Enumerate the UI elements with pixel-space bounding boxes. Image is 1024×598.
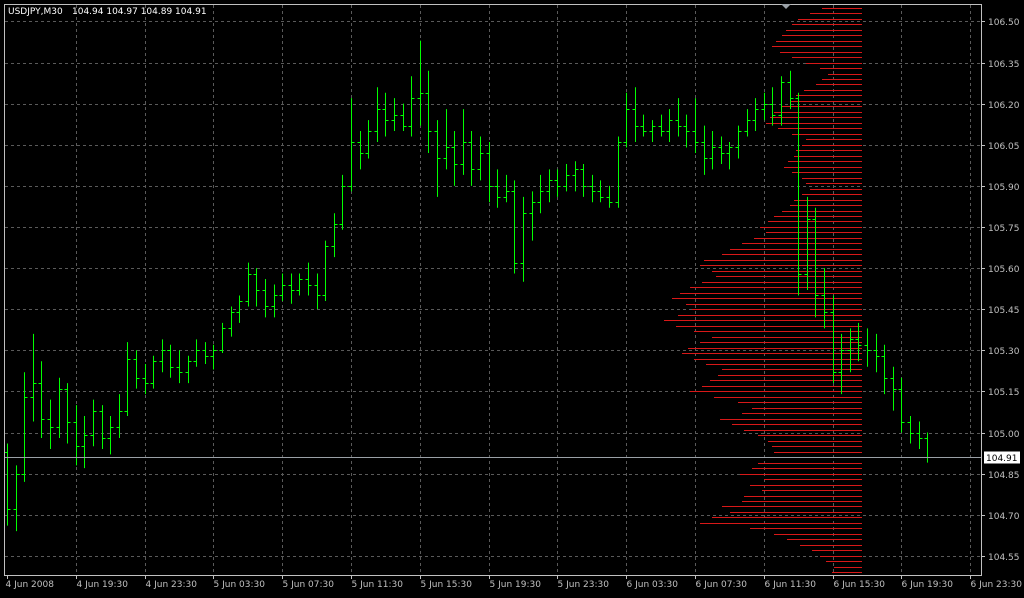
time-tick-label: 5 Jun 11:30	[352, 580, 404, 590]
chart-window[interactable]: 104.55 104.70 104.85 105.00 105.15 105.30 105.…	[0, 0, 1024, 594]
chart-symbol-title: USDJPY,M30	[8, 7, 63, 17]
time-tick-label: 5 Jun 15:30	[421, 580, 473, 590]
time-tick-label: 4 Jun 23:30	[146, 580, 198, 590]
time-tick-label: 6 Jun 07:30	[696, 580, 748, 590]
time-tick-label: 4 Jun 2008	[6, 580, 55, 590]
time-tick-label: 5 Jun 03:30	[214, 580, 266, 590]
price-tick-label: 106.50	[988, 18, 1020, 28]
price-tick-label: 105.15	[988, 388, 1020, 398]
time-tick-label: 6 Jun 23:30	[971, 580, 1023, 590]
price-tick-label: 105.90	[988, 183, 1020, 193]
last-price-label: 104.91	[986, 454, 1018, 464]
time-tick-label: 5 Jun 07:30	[283, 580, 335, 590]
time-tick-label: 4 Jun 19:30	[77, 580, 129, 590]
price-tick-label: 105.00	[988, 430, 1020, 440]
price-tick-label: 105.45	[988, 306, 1020, 316]
price-tick-label: 104.85	[988, 471, 1020, 481]
chart-background	[0, 0, 1024, 594]
time-tick-label: 5 Jun 19:30	[490, 580, 542, 590]
price-tick-label: 104.55	[988, 553, 1020, 563]
time-tick-label: 6 Jun 15:30	[834, 580, 886, 590]
price-tick-label: 105.75	[988, 224, 1020, 234]
time-tick-label: 6 Jun 19:30	[902, 580, 954, 590]
price-tick-label: 106.35	[988, 60, 1020, 70]
time-tick-label: 6 Jun 03:30	[627, 580, 679, 590]
price-tick-label: 106.20	[988, 101, 1020, 111]
price-tick-label: 105.30	[988, 347, 1020, 357]
chart-ohlc-quote: 104.94 104.97 104.89 104.91	[72, 7, 207, 17]
last-price-marker: 104.91	[984, 451, 1020, 464]
time-tick-label: 5 Jun 23:30	[558, 580, 610, 590]
price-tick-label: 105.60	[988, 265, 1020, 275]
price-chart[interactable]: 104.55 104.70 104.85 105.00 105.15 105.30 105.…	[0, 0, 1024, 594]
time-tick-label: 6 Jun 11:30	[765, 580, 817, 590]
price-tick-label: 106.05	[988, 142, 1020, 152]
price-tick-label: 104.70	[988, 512, 1020, 522]
